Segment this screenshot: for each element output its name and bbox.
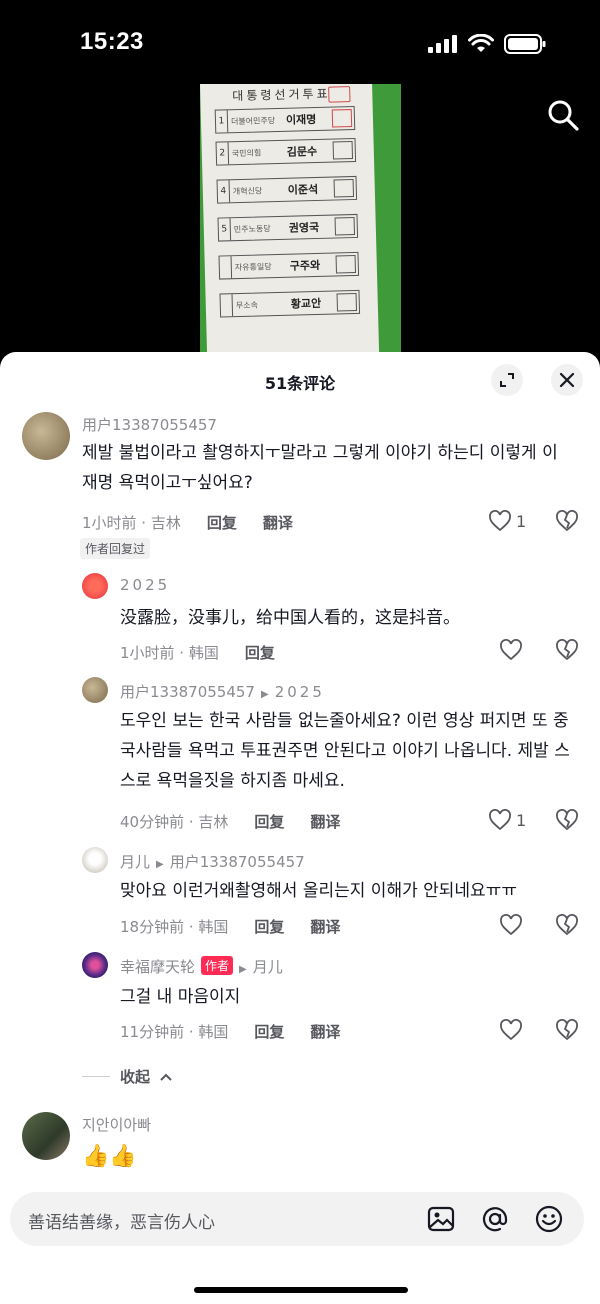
divider	[82, 1076, 110, 1077]
reply-arrow-icon: ▶	[156, 859, 164, 870]
ballot-title: 대통령선거투표	[232, 86, 331, 104]
avatar[interactable]	[82, 677, 108, 703]
comment-text: 맞아요 이런거왜촬영해서 올리는지 이해가 안되네요ㅠㅠ	[120, 881, 517, 901]
comment-username[interactable]: 用户13387055457	[82, 414, 217, 435]
ballot-row: 4 개혁신당 이준석	[216, 175, 358, 204]
reply-button[interactable]: 回复	[254, 811, 284, 832]
mention-icon[interactable]	[480, 1204, 510, 1234]
heart-icon[interactable]	[499, 914, 523, 936]
translate-button[interactable]: 翻译	[263, 512, 293, 533]
heart-icon	[489, 809, 511, 831]
avatar[interactable]	[82, 952, 108, 978]
status-time: 15:23	[80, 28, 144, 55]
status-bar: 15:23	[0, 0, 600, 90]
comment-meta: 1小时前 · 吉林 回复 翻译	[82, 512, 293, 533]
heart-icon[interactable]	[499, 1019, 523, 1041]
comment-input[interactable]: 善语结善缘，恶言伤人心	[10, 1192, 584, 1246]
dislike-icon[interactable]	[555, 639, 579, 661]
translate-button[interactable]: 翻译	[310, 1021, 340, 1042]
comment-time-location: 1小时前 · 吉林	[82, 514, 181, 532]
heart-icon[interactable]	[499, 639, 523, 661]
like-button[interactable]: 1	[488, 809, 526, 831]
ballot-stamp	[328, 86, 351, 103]
dislike-icon[interactable]	[555, 914, 579, 936]
reply-arrow-icon: ▶	[260, 689, 269, 700]
comment-meta: 11分钟前 · 韩国 回复 翻译	[120, 1021, 340, 1042]
image-icon[interactable]	[426, 1204, 456, 1234]
ballot-row: 2 국민의힘 김문수	[215, 137, 357, 166]
ballot-row: 5 민주노동당 권영국	[217, 213, 359, 242]
ballot-row: 자유통일당 구주와	[218, 251, 360, 280]
status-icons	[428, 34, 546, 54]
author-replied-badge: 作者回复过	[80, 538, 151, 559]
comment-text: 제발 불법이라고 촬영하지ㅜ말라고 그렇게 이야기 하는디 이렇게 이재명 욕먹…	[82, 443, 558, 493]
avatar[interactable]	[82, 573, 108, 599]
comment-meta: 18分钟前 · 韩国 回复 翻译	[120, 916, 340, 937]
avatar[interactable]	[22, 1112, 70, 1160]
comment-username[interactable]: 月儿 ▶ 用户13387055457	[120, 851, 305, 872]
ballot-row: 1 더불어민주당 이재명	[214, 105, 356, 134]
wifi-icon	[468, 34, 494, 52]
like-button[interactable]: 1	[488, 510, 526, 532]
comment-time-location: 40分钟前 · 吉林	[120, 813, 229, 831]
video-player[interactable]: 대통령선거투표 1 더불어민주당 이재명 2 국민의힘 김문수 4 개혁신당 이…	[200, 84, 401, 354]
reply-arrow-icon: ▶	[239, 964, 247, 975]
avatar[interactable]	[82, 847, 108, 873]
search-icon[interactable]	[546, 98, 580, 132]
reply-button[interactable]: 回复	[254, 1021, 284, 1042]
author-badge: 作者	[201, 956, 234, 975]
collapse-label: 收起	[120, 1068, 151, 1086]
ballot-row: 무소속 황교안	[219, 289, 361, 318]
like-count: 1	[516, 810, 527, 830]
comment-username[interactable]: 用户13387055457 ▶ 2025	[120, 681, 325, 702]
battery-icon	[504, 34, 546, 54]
collapse-replies-button[interactable]: 收起	[82, 1066, 172, 1087]
heart-icon	[489, 510, 511, 532]
comment-username[interactable]: 2025	[120, 576, 170, 594]
close-button[interactable]	[551, 364, 583, 396]
translate-button[interactable]: 翻译	[310, 916, 340, 937]
emoji-icon[interactable]	[534, 1204, 564, 1234]
comment-meta: 1小时前 · 韩国 回复	[120, 642, 275, 663]
expand-icon	[500, 373, 514, 387]
dislike-icon[interactable]	[555, 1019, 579, 1041]
translate-button[interactable]: 翻译	[310, 811, 340, 832]
signal-icon	[428, 35, 457, 53]
close-icon	[559, 372, 575, 388]
comment-time-location: 18分钟前 · 韩国	[120, 918, 229, 936]
comment-text: 그걸 내 마음이지	[120, 987, 241, 1007]
ballot-paper: 대통령선거투표 1 더불어민주당 이재명 2 국민의힘 김문수 4 개혁신당 이…	[200, 84, 380, 354]
chevron-up-icon	[160, 1073, 172, 1081]
comment-time-location: 11分钟前 · 韩国	[120, 1023, 229, 1041]
dislike-icon[interactable]	[555, 809, 579, 831]
reply-button[interactable]: 回复	[245, 642, 275, 663]
dislike-icon[interactable]	[555, 510, 579, 532]
avatar[interactable]	[22, 412, 70, 460]
comment-text: 没露脸，没事儿，给中国人看的，这是抖音。	[120, 608, 460, 628]
comment-username[interactable]: 지안이아빠	[82, 1114, 151, 1135]
comment-text: 도우인 보는 한국 사람들 없는줄아세요? 이런 영상 퍼지면 또 중국사람들 …	[120, 711, 570, 791]
like-count: 1	[516, 511, 527, 531]
comment-time-location: 1小时前 · 韩国	[120, 644, 219, 662]
reply-button[interactable]: 回复	[207, 512, 237, 533]
comment-username[interactable]: 幸福摩天轮 作者 ▶ 月儿	[120, 956, 283, 977]
comments-sheet: 51条评论 用户13387055457 제발 불법이라고 촬영하지ㅜ말라고 그렇…	[0, 352, 600, 1304]
expand-button[interactable]	[491, 364, 523, 396]
comment-input-placeholder: 善语结善缘，恶言伤人心	[28, 1213, 215, 1233]
reply-button[interactable]: 回复	[254, 916, 284, 937]
home-indicator[interactable]	[194, 1287, 408, 1293]
comment-meta: 40分钟前 · 吉林 回复 翻译	[120, 811, 340, 832]
comment-text: 👍👍	[82, 1144, 137, 1169]
